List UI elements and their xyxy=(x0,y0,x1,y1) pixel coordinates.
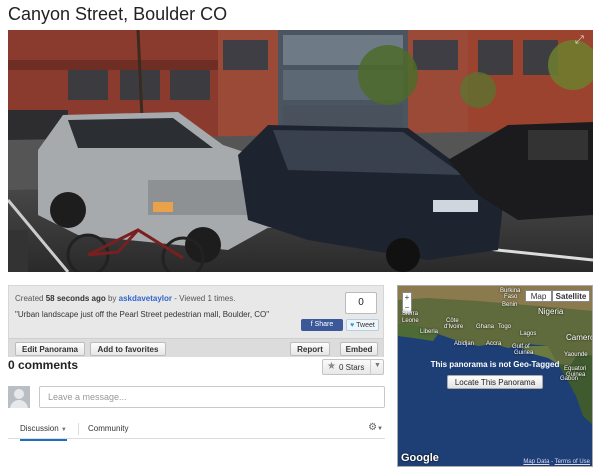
fullscreen-icon[interactable]: ⤢ xyxy=(575,34,587,46)
geo-tag-message: This panorama is not Geo-Tagged xyxy=(430,360,560,369)
page-title: Canyon Street, Boulder CO xyxy=(8,4,228,24)
map-label: Lagos xyxy=(520,331,537,337)
facebook-share-button[interactable]: f Share xyxy=(301,319,343,331)
map-label: Togo xyxy=(498,324,512,330)
chevron-down-icon[interactable]: ▼ xyxy=(374,362,381,369)
location-map[interactable]: Map Satellite + − Burkina Faso Benin Nig… xyxy=(397,285,593,467)
tab-discussion[interactable]: Discussion ▼ xyxy=(20,424,67,441)
map-type-satellite-button[interactable]: Satellite xyxy=(552,290,590,302)
terms-of-use-link[interactable]: Terms of Use xyxy=(555,459,590,465)
comments-count-heading: 0 comments xyxy=(8,358,79,372)
zoom-in-button[interactable]: + xyxy=(403,293,411,303)
created-meta: Created 58 seconds ago by askdavetaylor … xyxy=(15,294,236,303)
view-count: - Viewed 1 times. xyxy=(174,294,236,303)
action-bar: Edit Panorama Add to favorites Report Em… xyxy=(9,338,383,357)
avatar-head xyxy=(14,389,24,399)
map-label: Nigeria xyxy=(538,307,564,316)
gear-icon[interactable]: ⚙▼ xyxy=(368,422,383,433)
chevron-down-icon: ▼ xyxy=(60,427,67,433)
user-avatar xyxy=(8,386,30,408)
share-count: 0 xyxy=(345,292,377,314)
tweet-button[interactable]: ♥ Tweet xyxy=(346,319,379,331)
map-type-map-button[interactable]: Map xyxy=(525,290,552,302)
map-label: Ghana xyxy=(476,324,495,330)
star-rating-label: 0 Stars xyxy=(339,363,365,372)
comment-tabs: Discussion ▼ Community ⚙▼ xyxy=(8,420,385,441)
embed-button[interactable]: Embed xyxy=(340,342,378,356)
map-label: d'Ivoire xyxy=(444,324,464,330)
add-to-favorites-button[interactable]: Add to favorites xyxy=(90,342,166,356)
map-label: Camero xyxy=(566,333,593,342)
map-label: Yaounde xyxy=(564,352,588,358)
google-logo: Google xyxy=(401,452,439,464)
panorama-info-panel: Created 58 seconds ago by askdavetaylor … xyxy=(8,285,384,357)
divider xyxy=(370,360,371,374)
locate-panorama-button[interactable]: Locate This Panorama xyxy=(447,375,543,389)
map-attribution: Map Data - Terms of Use xyxy=(523,459,590,465)
edit-panorama-button[interactable]: Edit Panorama xyxy=(15,342,85,356)
map-label: Faso xyxy=(504,294,518,300)
message-input[interactable]: Leave a message... xyxy=(39,386,385,408)
created-time: 58 seconds ago xyxy=(45,294,106,303)
avatar-body xyxy=(10,400,28,408)
report-button[interactable]: Report xyxy=(290,342,330,356)
map-data-link[interactable]: Map Data xyxy=(523,459,549,465)
panorama-description: "Urban landscape just off the Pearl Stre… xyxy=(15,310,270,319)
author-link[interactable]: askdavetaylor xyxy=(119,294,172,303)
star-rating-dropdown[interactable]: ★ 0 Stars ▼ xyxy=(322,359,384,375)
map-label: Sierra xyxy=(402,311,419,317)
divider xyxy=(78,423,79,435)
map-label: Liberia xyxy=(420,329,439,335)
tab-community[interactable]: Community xyxy=(88,424,128,433)
star-icon: ★ xyxy=(327,361,336,372)
panorama-image[interactable]: ⤢ xyxy=(8,30,593,272)
map-label: Guinea xyxy=(514,350,534,356)
map-label: Benin xyxy=(502,302,518,308)
map-label: Gabon xyxy=(560,376,579,382)
map-label: Leone xyxy=(402,318,419,324)
map-label: Abidjan xyxy=(454,341,475,347)
map-label: Accra xyxy=(486,341,502,347)
